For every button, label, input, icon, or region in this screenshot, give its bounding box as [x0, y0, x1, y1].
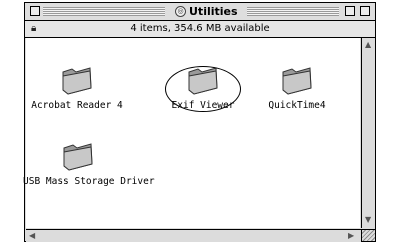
window-title: Utilities	[189, 5, 238, 18]
resize-handle[interactable]	[361, 229, 375, 241]
scroll-left-icon[interactable]: ◀	[29, 232, 35, 240]
title-stripes	[247, 7, 339, 16]
icon-view: Acrobat Reader 4 Exif Viewer QuickTime4 …	[23, 38, 360, 228]
scroll-down-icon[interactable]: ▼	[365, 216, 371, 224]
title-group: ◎ Utilities	[171, 4, 242, 19]
folder-item[interactable]: QuickTime4	[242, 66, 352, 111]
item-label: USB Mass Storage Driver	[23, 176, 155, 187]
finder-window: ◎ Utilities 🔒︎ 4 items, 354.6 MB availab…	[23, 2, 376, 242]
folder-item[interactable]: USB Mass Storage Driver	[23, 142, 155, 187]
vertical-scrollbar[interactable]: ▲ ▼	[361, 38, 375, 228]
folder-icon	[62, 67, 92, 95]
collapse-button[interactable]	[360, 6, 370, 16]
title-bar[interactable]: ◎ Utilities	[25, 3, 375, 21]
item-label: Acrobat Reader 4	[31, 100, 123, 111]
horizontal-scrollbar[interactable]: ◀ ▶	[26, 229, 361, 242]
zoom-button[interactable]	[345, 6, 355, 16]
title-stripes	[43, 7, 165, 16]
highlight-ellipse	[165, 66, 241, 112]
close-button[interactable]	[30, 6, 40, 16]
info-bar: 🔒︎ 4 items, 354.6 MB available	[25, 21, 375, 38]
scroll-up-icon[interactable]: ▲	[365, 41, 371, 49]
info-text: 4 items, 354.6 MB available	[130, 23, 270, 34]
disk-icon: ◎	[175, 6, 186, 17]
folder-item[interactable]: Acrobat Reader 4	[22, 66, 132, 111]
item-label: QuickTime4	[268, 100, 326, 111]
folder-icon	[63, 143, 93, 171]
folder-icon	[282, 67, 312, 95]
scroll-right-icon[interactable]: ▶	[348, 232, 354, 240]
